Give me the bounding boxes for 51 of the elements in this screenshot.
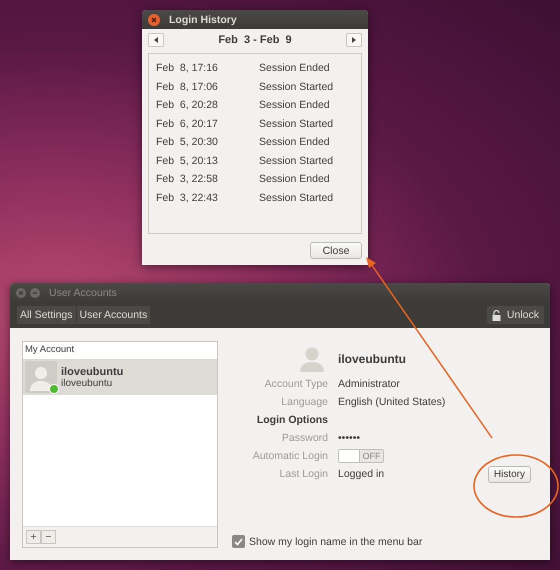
right-triangle-icon — [351, 36, 356, 42]
field-label: Last Login — [280, 467, 328, 482]
entry-time: Feb 8, 17:16 — [156, 62, 219, 74]
entry-time: Feb 3, 22:58 — [156, 173, 219, 186]
section-heading: Login Options — [256, 413, 328, 428]
window-title: Login History — [169, 14, 237, 26]
field-label: Account Type — [264, 377, 328, 392]
checkbox[interactable] — [232, 535, 245, 548]
add-button[interactable]: + — [26, 530, 41, 544]
field-value: Administrator — [338, 378, 401, 390]
entry-time: Feb 5, 20:30 — [156, 136, 219, 148]
close-button[interactable]: Close — [310, 242, 362, 259]
list-header: My Account — [24, 343, 76, 357]
entry-time: Feb 6, 20:28 — [156, 99, 219, 112]
field-value: Logged in — [338, 468, 386, 480]
field-value: English (United States) — [338, 396, 446, 408]
left-triangle-icon — [154, 36, 158, 42]
entry-event: Session Ended — [259, 136, 330, 148]
padlock-icon — [492, 310, 501, 320]
field-label: Password — [282, 431, 328, 446]
entry-time: Feb 3, 22:43 — [156, 192, 219, 204]
entry-time: Feb 6, 20:17 — [156, 118, 219, 130]
breadcrumb-button[interactable]: User Accounts — [76, 306, 152, 324]
account-name: iloveubuntu — [61, 366, 124, 378]
show-login-name-checkbox[interactable]: Show my login name in the menu bar — [232, 535, 538, 548]
entry-event: Session Started — [259, 118, 334, 130]
date-range: Feb 3 - Feb 9 — [218, 34, 292, 46]
window-title: User Accounts — [49, 286, 117, 298]
account-item[interactable]: iloveubuntu iloveubuntu — [23, 359, 217, 395]
avatar-icon — [25, 361, 57, 393]
entry-event: Session Started — [259, 80, 334, 93]
entry-time: Feb 5, 20:13 — [156, 154, 219, 167]
entry-event: Session Ended — [259, 99, 330, 112]
next-week-button[interactable] — [346, 32, 362, 46]
account-login: iloveubuntu — [61, 378, 114, 388]
breadcrumb-button[interactable]: All Settings — [17, 306, 77, 324]
close-icon[interactable] — [148, 14, 160, 26]
previous-week-button[interactable] — [148, 32, 164, 46]
entry-event: Session Ended — [259, 173, 330, 186]
unlock-button[interactable]: Unlock — [486, 306, 544, 324]
user-silhouette-icon — [300, 346, 324, 372]
history-button[interactable]: History — [488, 466, 531, 482]
remove-button[interactable]: − — [41, 530, 56, 544]
entry-event: Session Started — [259, 192, 334, 204]
entry-event: Session Started — [259, 154, 334, 167]
field-label: Language — [281, 395, 328, 410]
entry-time: Feb 8, 17:06 — [156, 80, 219, 93]
field-value: •••••• — [338, 432, 362, 444]
user-name: iloveubuntu — [338, 352, 407, 366]
field-label: Automatic Login — [252, 449, 328, 464]
entry-event: Session Ended — [259, 62, 330, 74]
